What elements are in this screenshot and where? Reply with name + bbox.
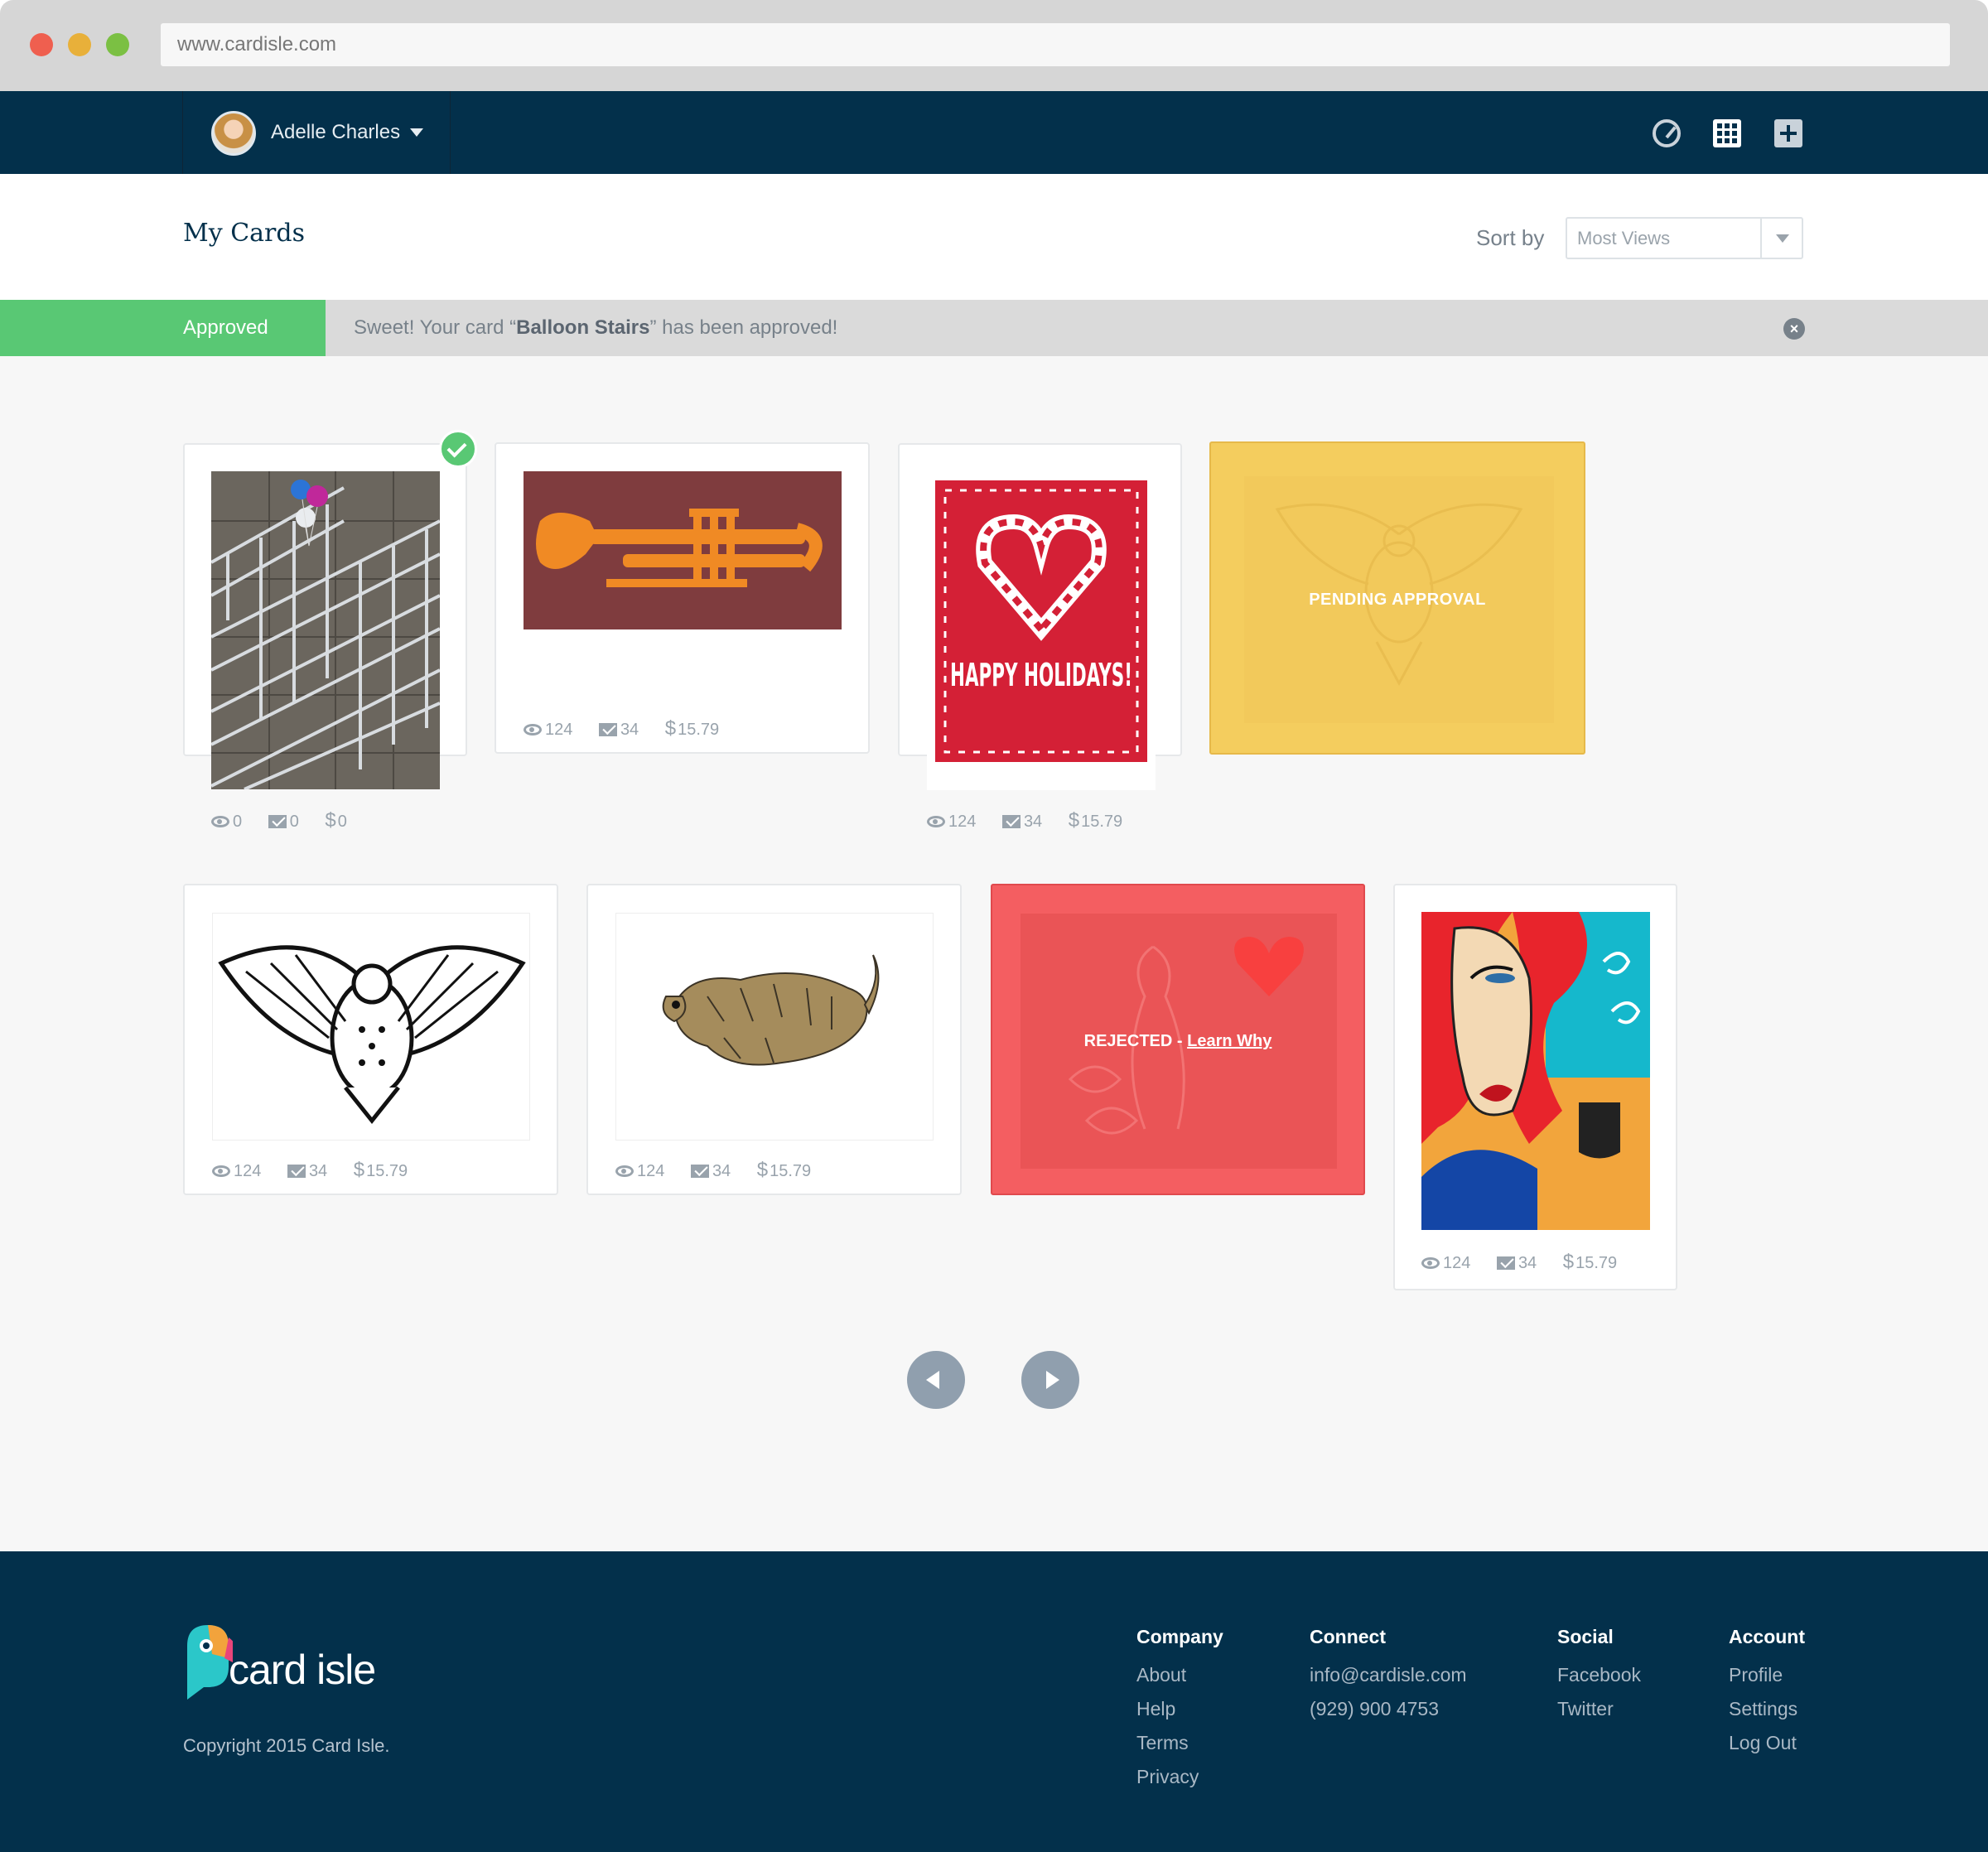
card-item[interactable]: 0 0 $0 xyxy=(183,443,467,832)
card-stats: 124 34 $15.79 xyxy=(1421,1251,1638,1274)
approved-check-icon xyxy=(439,430,477,468)
card-item[interactable]: 124 34 $15.79 xyxy=(183,884,558,1195)
card-item[interactable]: 124 34 $15.79 xyxy=(1393,884,1677,1290)
views-icon xyxy=(615,1165,634,1177)
card-item-rejected[interactable]: REJECTED - Learn Why xyxy=(991,884,1365,1195)
footer: card isle Copyright 2015 Card Isle. Comp… xyxy=(0,1551,1988,1852)
card-item[interactable]: 124 34 $15.79 xyxy=(495,442,870,754)
sends-icon xyxy=(1001,815,1021,828)
footer-link-phone[interactable]: (929) 900 4753 xyxy=(1310,1692,1467,1726)
earnings-icon: $ xyxy=(664,717,677,740)
footer-link-privacy[interactable]: Privacy xyxy=(1136,1760,1223,1794)
footer-column-connect: Connect info@cardisle.com (929) 900 4753 xyxy=(1310,1626,1467,1726)
footer-link-email[interactable]: info@cardisle.com xyxy=(1310,1658,1467,1692)
footer-link-help[interactable]: Help xyxy=(1136,1692,1223,1726)
card-artwork xyxy=(615,913,934,1141)
sort-label: Sort by xyxy=(1476,225,1545,250)
page-title: My Cards xyxy=(183,219,305,248)
maximize-window-button[interactable] xyxy=(106,33,129,56)
sort-select[interactable]: Most Views xyxy=(1566,217,1803,259)
add-card-icon[interactable] xyxy=(1774,119,1802,147)
card-stats: 124 34 $15.79 xyxy=(927,809,1144,832)
footer-link-logout[interactable]: Log Out xyxy=(1729,1726,1805,1760)
caret-down-icon xyxy=(410,128,423,137)
next-page-button[interactable] xyxy=(1021,1351,1079,1409)
cards-grid: 0 0 $0 124 34 $ 15.79 HAPPY HOLIDAYS! 12… xyxy=(0,356,1988,1551)
views-icon xyxy=(927,816,945,827)
views-icon xyxy=(1421,1257,1440,1269)
views-icon xyxy=(211,816,229,827)
notification-message: Sweet! Your card “Balloon Stairs” has be… xyxy=(354,316,838,339)
avatar xyxy=(211,111,256,156)
footer-column-social: Social Facebook Twitter xyxy=(1557,1626,1641,1726)
footer-link-about[interactable]: About xyxy=(1136,1658,1223,1692)
footer-link-facebook[interactable]: Facebook xyxy=(1557,1658,1641,1692)
sends-icon xyxy=(1496,1256,1515,1270)
close-window-button[interactable] xyxy=(30,33,53,56)
user-menu[interactable]: Adelle Charles xyxy=(182,91,451,174)
earnings-icon: $ xyxy=(1068,809,1080,832)
browser-chrome: www.cardisle.com xyxy=(0,0,1988,91)
rejected-status: REJECTED - Learn Why xyxy=(1083,1032,1272,1050)
pending-status: PENDING APPROVAL xyxy=(1309,591,1486,609)
sends-icon xyxy=(287,1165,306,1178)
top-nav: Adelle Charles xyxy=(0,91,1988,174)
card-stats: 0 0 $0 xyxy=(211,809,369,832)
earnings-icon: $ xyxy=(1562,1251,1575,1273)
footer-column-title: Connect xyxy=(1310,1626,1386,1647)
footer-link-twitter[interactable]: Twitter xyxy=(1557,1692,1641,1726)
card-artwork xyxy=(212,913,530,1141)
brand-name: card isle xyxy=(229,1647,376,1693)
sort-value: Most Views xyxy=(1577,228,1671,248)
card-artwork xyxy=(1421,912,1650,1230)
sends-icon xyxy=(690,1165,709,1178)
sends-icon xyxy=(598,723,617,736)
status-badge: Approved xyxy=(0,300,326,356)
card-art-text: HAPPY HOLIDAYS! xyxy=(950,657,1132,693)
previous-page-button[interactable] xyxy=(907,1351,965,1409)
card-stats: 124 34 $15.79 xyxy=(212,1159,429,1182)
sends-icon xyxy=(268,815,287,828)
user-name: Adelle Charles xyxy=(271,121,401,143)
minimize-window-button[interactable] xyxy=(68,33,91,56)
footer-link-profile[interactable]: Profile xyxy=(1729,1658,1805,1692)
card-stats: 124 34 $15.79 xyxy=(615,1159,832,1182)
address-bar[interactable]: www.cardisle.com xyxy=(161,23,1950,66)
footer-column-title: Company xyxy=(1136,1626,1223,1647)
page-header: My Cards Sort by Most Views xyxy=(0,174,1988,300)
card-artwork: HAPPY HOLIDAYS! xyxy=(927,472,1156,790)
close-icon[interactable]: × xyxy=(1783,318,1805,340)
earnings-icon: $ xyxy=(325,809,336,832)
learn-why-link[interactable]: Learn Why xyxy=(1187,1032,1271,1050)
grid-view-icon[interactable] xyxy=(1713,119,1741,147)
views-icon xyxy=(524,724,542,735)
card-item[interactable]: HAPPY HOLIDAYS! 124 34 $15.79 xyxy=(898,443,1182,832)
card-isle-logo[interactable]: card isle xyxy=(183,1621,382,1704)
chevron-down-icon[interactable] xyxy=(1760,219,1802,258)
card-stats: 124 34 $15.79 xyxy=(524,717,741,740)
footer-link-terms[interactable]: Terms xyxy=(1136,1726,1223,1760)
card-artwork xyxy=(211,471,440,789)
copyright: Copyright 2015 Card Isle. xyxy=(183,1735,390,1756)
card-item[interactable]: 124 34 $15.79 xyxy=(586,884,962,1195)
footer-column-account: Account Profile Settings Log Out xyxy=(1729,1626,1805,1760)
earnings-icon: $ xyxy=(353,1159,365,1181)
footer-column-company: Company About Help Terms Privacy xyxy=(1136,1626,1223,1794)
views-icon xyxy=(212,1165,230,1177)
footer-link-settings[interactable]: Settings xyxy=(1729,1692,1805,1726)
footer-column-title: Social xyxy=(1557,1626,1614,1647)
card-artwork xyxy=(524,471,842,629)
dashboard-icon[interactable] xyxy=(1653,119,1681,147)
card-item-pending[interactable]: PENDING APPROVAL xyxy=(1209,441,1585,755)
footer-column-title: Account xyxy=(1729,1626,1805,1647)
approval-notification: Approved Sweet! Your card “Balloon Stair… xyxy=(0,300,1988,356)
earnings-icon: $ xyxy=(756,1159,769,1181)
notification-card-name: Balloon Stairs xyxy=(516,316,650,339)
